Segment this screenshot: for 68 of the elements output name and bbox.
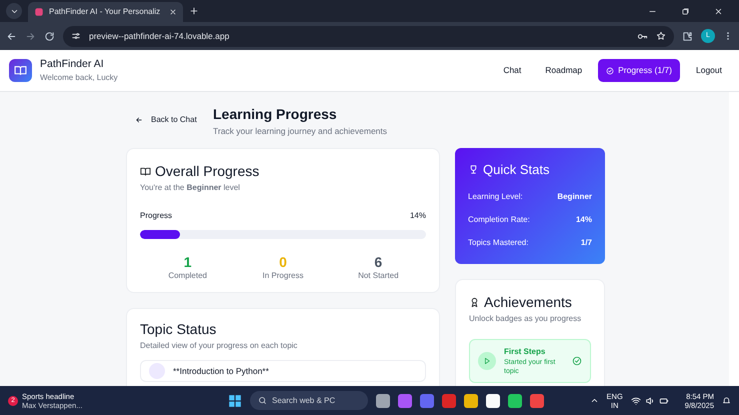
stat-label: Completed xyxy=(167,270,208,282)
stat-value: 1/7 xyxy=(580,236,592,248)
new-tab-icon[interactable] xyxy=(189,6,199,16)
stat-value: 0 xyxy=(278,255,288,270)
app-icon[interactable] xyxy=(464,394,478,408)
level-text: You're at the Beginner level xyxy=(140,182,241,194)
close-icon[interactable] xyxy=(714,6,723,16)
app-icon[interactable] xyxy=(508,394,522,408)
card-title: Topic Status xyxy=(140,320,218,339)
extensions-icon[interactable] xyxy=(682,30,693,42)
nav-link[interactable]: Logout xyxy=(688,59,730,82)
card-title: Overall Progress xyxy=(155,162,260,181)
app-icon[interactable] xyxy=(486,394,500,408)
arrow-left-icon xyxy=(135,116,143,124)
forward-icon[interactable] xyxy=(25,30,36,42)
stat-label: Topics Mastered: xyxy=(468,236,528,248)
battery-icon[interactable] xyxy=(658,396,669,406)
achievement-title: First Steps xyxy=(504,346,546,358)
restore-icon[interactable] xyxy=(681,6,690,16)
progress-label: Progress xyxy=(140,210,172,222)
page-subtitle: Track your learning journey and achievements xyxy=(213,125,388,138)
tab-title: PathFinder AI - Your Personaliz xyxy=(49,6,162,18)
check-circle-icon xyxy=(606,66,614,74)
stat-value: 1 xyxy=(182,255,193,270)
search-field[interactable]: Search web & PC xyxy=(250,391,368,410)
search-icon xyxy=(258,396,267,405)
reload-icon[interactable] xyxy=(44,30,55,42)
scrollbar[interactable] xyxy=(729,92,739,386)
stat-value: 14% xyxy=(576,214,592,226)
app-name: PathFinder AI xyxy=(40,56,105,72)
back-icon[interactable] xyxy=(6,30,17,42)
page-title: Learning Progress xyxy=(213,105,338,124)
trophy-icon xyxy=(468,164,479,176)
favicon-icon xyxy=(34,7,44,17)
logo-icon xyxy=(9,59,32,82)
address-bar[interactable]: preview--pathfinder-ai-74.lovable.app xyxy=(63,26,674,46)
volume-icon[interactable] xyxy=(644,396,655,406)
site-settings-icon xyxy=(71,31,81,41)
nav-link[interactable]: Chat xyxy=(495,59,530,82)
stat-label: Not Started xyxy=(357,270,400,282)
topic-title: **Introduction to Python** xyxy=(173,366,269,376)
card-subtitle: Detailed view of your progress on each topic xyxy=(140,340,298,352)
book-icon xyxy=(140,166,151,177)
progress-value: 14% xyxy=(410,210,426,222)
app-icon[interactable] xyxy=(376,394,390,408)
stat-value: 6 xyxy=(373,255,384,270)
award-icon xyxy=(469,297,480,308)
back-link[interactable]: Back to Chat xyxy=(135,114,213,126)
nav-link[interactable]: Progress (1/7) xyxy=(598,59,680,82)
wifi-icon[interactable] xyxy=(630,396,641,406)
welcome-text: Welcome back, Lucky xyxy=(40,72,118,84)
card-subtitle: Unlock badges as you progress xyxy=(469,313,582,325)
stat-label: In Progress xyxy=(262,270,304,282)
nav-link[interactable]: Roadmap xyxy=(537,59,590,82)
topic-row[interactable]: **Introduction to Python** xyxy=(140,360,426,382)
card-title: Achievements xyxy=(484,293,572,312)
notifications-icon[interactable] xyxy=(722,396,731,405)
stat-label: Completion Rate: xyxy=(468,214,530,226)
card-title: Quick Stats xyxy=(483,161,550,179)
star-icon[interactable] xyxy=(656,31,666,41)
stat-value: Beginner xyxy=(557,190,592,202)
check-circle-icon xyxy=(572,356,582,366)
chevron-up-icon[interactable] xyxy=(590,396,599,405)
play-icon xyxy=(478,352,496,370)
browser-tab[interactable]: PathFinder AI - Your Personaliz xyxy=(28,2,183,22)
stat-label: Learning Level: xyxy=(468,190,523,202)
windows-start-icon[interactable] xyxy=(228,394,242,408)
close-icon[interactable] xyxy=(169,8,177,16)
